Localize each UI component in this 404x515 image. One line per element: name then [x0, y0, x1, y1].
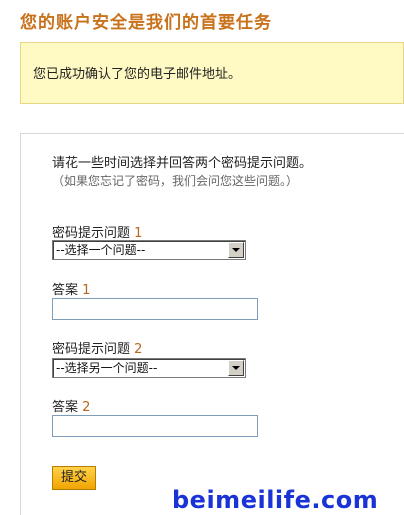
form-intro: 请花一些时间选择并回答两个密码提示问题。	[52, 156, 313, 171]
security-question-form: 请花一些时间选择并回答两个密码提示问题。 （如果您忘记了密码，我们会问您这些问题…	[20, 133, 404, 515]
question1-select[interactable]: --选择一个问题--	[52, 240, 246, 260]
chevron-down-icon[interactable]	[228, 360, 244, 376]
answer1-input[interactable]	[52, 298, 258, 320]
question1-label: 密码提示问题 1	[52, 222, 142, 241]
question2-selected-value: --选择另一个问题--	[56, 361, 158, 375]
answer2-input[interactable]	[52, 415, 258, 437]
answer2-label-text: 答案	[52, 400, 79, 415]
question2-number: 2	[134, 342, 143, 357]
chevron-down-icon[interactable]	[228, 242, 244, 258]
question2-label-text: 密码提示问题	[52, 342, 131, 357]
question2-select[interactable]: --选择另一个问题--	[52, 358, 246, 378]
notice-message: 您已成功确认了您的电子邮件地址。	[33, 67, 242, 82]
answer2-number: 2	[82, 400, 91, 415]
question2-label: 密码提示问题 2	[52, 338, 142, 357]
answer2-label: 答案 2	[52, 396, 90, 415]
question1-number: 1	[134, 226, 143, 241]
page-title: 您的账户安全是我们的首要任务	[20, 13, 272, 33]
confirmation-notice: 您已成功确认了您的电子邮件地址。	[20, 42, 404, 104]
submit-button[interactable]: 提交	[52, 466, 96, 490]
watermark: beimeilife.com	[172, 486, 379, 514]
question1-selected-value: --选择一个问题--	[56, 243, 146, 257]
answer1-label-text: 答案	[52, 283, 79, 298]
answer1-number: 1	[82, 283, 91, 298]
form-hint: （如果您忘记了密码，我们会问您这些问题。）	[52, 174, 299, 188]
question1-label-text: 密码提示问题	[52, 226, 131, 241]
answer1-label: 答案 1	[52, 279, 90, 298]
